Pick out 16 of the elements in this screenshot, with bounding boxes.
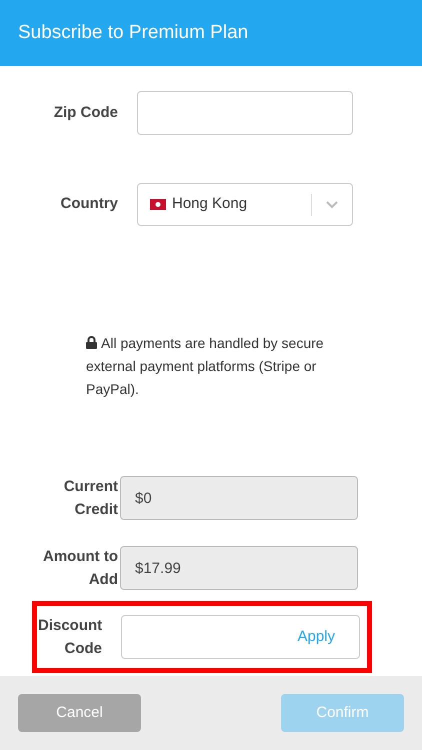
cancel-button[interactable]: Cancel [18,694,141,732]
lock-icon [86,336,97,349]
discount-code-field[interactable]: Apply [121,615,360,659]
field-label: Country [60,194,119,214]
field-label: Discount Code [38,616,102,659]
apply-link[interactable]: Apply [297,626,335,648]
payment-notice: All payments are handled by secure external payment platforms (Stripe or PayPal). [86,334,325,399]
dialog-title: Subscribe to Premium Plan [18,20,248,45]
select-value: Hong Kong [172,194,248,214]
country-select[interactable]: Hong Kong [137,183,353,226]
field-label: Zip Code [52,102,119,123]
chevron-down-icon [325,200,339,209]
field-label: Amount to Add [42,547,118,590]
zip-code-field[interactable] [137,91,353,135]
flag-icon [150,199,166,210]
field-label: Current Credit [62,477,118,520]
